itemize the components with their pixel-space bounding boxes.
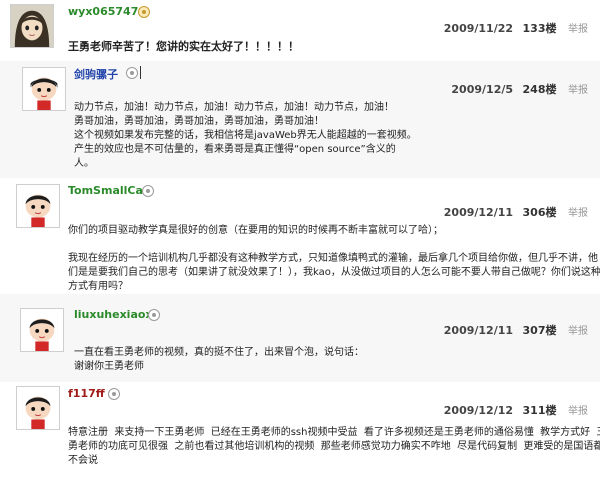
post-meta: 2009/12/11 306楼 举报 (444, 204, 588, 220)
floor-number: 307楼 (522, 324, 557, 337)
content-line: 勇老师的功底可见很强 之前也看过其他培训机构的视频 那些老师感觉功力确实不咋地 … (68, 441, 600, 452)
circle-badge-icon (142, 185, 154, 197)
avatar-cartoon-boy-icon (17, 185, 59, 227)
content-line: 这个视频如果发布完整的话，我相信将是javaWeb界无人能超越的一套视频。 (74, 130, 417, 141)
medal-badge-icon (138, 6, 150, 18)
post-content: 特意注册 来支持一下王勇老师 已经在王勇老师的ssh视频中受益 看了许多视频还是… (68, 426, 600, 468)
post-content: 你们的项目驱动教学真是很好的创意（在要用的知识的时候再不断丰富就可以了哈）； 我… (68, 224, 600, 294)
avatar-anime-girl-icon (11, 5, 53, 47)
content-line: 不会说 (68, 455, 98, 466)
post-content: 动力节点，加油！动力节点，加油！动力节点，加油！动力节点，加油！ 勇哥加油，勇哥加… (74, 101, 417, 171)
post-248: 剑驹骡子 2009/12/5 248楼 举报 动力节点，加油！动力节点，加油！动… (0, 61, 600, 178)
post-meta: 2009/11/22 133楼 举报 (444, 20, 588, 36)
circle-badge-icon (148, 309, 160, 321)
post-133: wyx065747 2009/11/22 133楼 举报 王勇老师辛苦了！您讲的… (0, 0, 600, 61)
username[interactable]: wyx065747 (68, 5, 138, 18)
avatar-cartoon-boy-icon (21, 309, 63, 351)
post-307: liuxuhexiaoxi 2009/12/11 307楼 举报 一直在看王勇老… (0, 294, 600, 382)
post-date: 2009/11/22 (443, 22, 514, 35)
post-date: 2009/12/12 (443, 404, 514, 417)
report-link[interactable]: 举报 (568, 406, 588, 417)
post-date: 2009/12/5 (451, 83, 514, 96)
content-line: 动力节点，加油！动力节点，加油！动力节点，加油！动力节点，加油！ (74, 102, 394, 113)
username[interactable]: f117ff (68, 387, 105, 400)
username[interactable]: TomSmallCat (68, 184, 148, 197)
content-line: 方式有用吗？ (68, 281, 128, 292)
floor-number: 133楼 (522, 22, 557, 35)
avatar[interactable] (10, 4, 54, 48)
content-line: 我现在经历的一个培训机构几乎都没有这种教学方式，只知道像填鸭式的灌输，最后拿几个… (68, 253, 598, 264)
report-link[interactable]: 举报 (568, 24, 588, 35)
circle-badge-icon (126, 67, 138, 79)
avatar[interactable] (20, 308, 64, 352)
content-line (68, 238, 600, 252)
content-line: 你们的项目驱动教学真是很好的创意（在要用的知识的时候再不断丰富就可以了哈）； (68, 225, 443, 236)
content-line: 们是是要我们自己的思考（如果讲了就没效果了！），我kao，从没做过项目的人怎么可… (68, 267, 600, 278)
post-meta: 2009/12/11 307楼 举报 (444, 322, 588, 338)
avatar-cartoon-boy-icon (23, 68, 65, 110)
post-311: f117ff 2009/12/12 311楼 举报 特意注册 来支持一下王勇老师… (0, 382, 600, 488)
report-link[interactable]: 举报 (568, 85, 588, 96)
text-cursor (140, 66, 141, 79)
avatar-cartoon-boy-icon (17, 387, 59, 429)
report-link[interactable]: 举报 (568, 326, 588, 337)
floor-number: 248楼 (522, 83, 557, 96)
avatar[interactable] (16, 386, 60, 430)
post-content: 王勇老师辛苦了！您讲的实在太好了！！！！！ (68, 40, 299, 54)
floor-number: 306楼 (522, 206, 557, 219)
circle-badge-icon (108, 388, 120, 400)
avatar[interactable] (22, 67, 66, 111)
content-line: 谢谢你王勇老师 (74, 361, 144, 372)
content-line: 一直在看王勇老师的视频，真的挺不住了，出来冒个泡，说句话： (74, 347, 364, 358)
report-link[interactable]: 举报 (568, 208, 588, 219)
username[interactable]: liuxuhexiaoxi (74, 308, 156, 321)
avatar[interactable] (16, 184, 60, 228)
content-line: 产生的效应也是不可估量的，看来勇哥是真正懂得“open source”含义的 (74, 144, 396, 155)
content-line: 王勇老师辛苦了！您讲的实在太好了！！！！！ (68, 40, 299, 53)
floor-number: 311楼 (522, 404, 557, 417)
username[interactable]: 剑驹骡子 (74, 66, 118, 82)
post-content: 一直在看王勇老师的视频，真的挺不住了，出来冒个泡，说句话： 谢谢你王勇老师 (74, 346, 364, 374)
content-line: 人。 (74, 158, 94, 169)
post-date: 2009/12/11 (443, 206, 514, 219)
content-line: 勇哥加油，勇哥加油，勇哥加油，勇哥加油，勇哥加油！ (74, 116, 324, 127)
post-date: 2009/12/11 (443, 324, 514, 337)
post-meta: 2009/12/12 311楼 举报 (444, 402, 588, 418)
post-meta: 2009/12/5 248楼 举报 (451, 81, 588, 97)
post-306: TomSmallCat 2009/12/11 306楼 举报 你们的项目驱动教学… (0, 178, 600, 294)
content-line: 特意注册 来支持一下王勇老师 已经在王勇老师的ssh视频中受益 看了许多视频还是… (68, 427, 600, 438)
